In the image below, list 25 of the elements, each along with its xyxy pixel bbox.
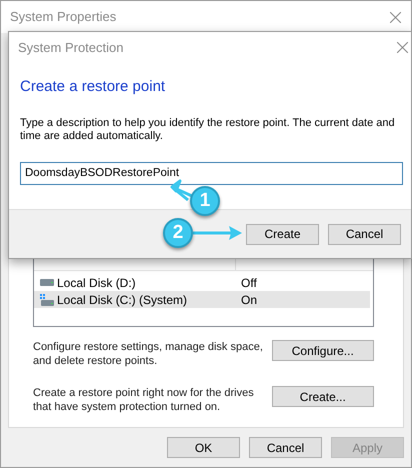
drive-name: Local Disk (D:) <box>57 274 137 292</box>
dialog-button[interactable]: Create <box>246 224 319 244</box>
close-icon[interactable] <box>390 12 401 22</box>
dialog-button[interactable]: Cancel <box>249 437 322 458</box>
description-input[interactable]: DoomsdayBSODRestorePoint <box>20 162 403 184</box>
drive-name: Local Disk (C:) (System) <box>57 292 188 308</box>
drive-row[interactable]: Local Disk (C:) (System) On <box>34 291 370 308</box>
drive-icon <box>40 279 54 286</box>
action-button[interactable]: Configure... <box>272 340 374 361</box>
window-title: System Properties <box>10 8 116 26</box>
dialog-button[interactable]: Cancel <box>328 224 401 244</box>
dialog-button[interactable]: OK <box>167 437 240 458</box>
action-description: Configure restore settings, manage disk space, and delete restore points. <box>33 340 264 368</box>
description-text: Type a description to help you identify the restore point. The current date and time are added automatically. <box>20 116 396 142</box>
drive-icon <box>40 294 54 306</box>
close-icon[interactable] <box>397 42 408 53</box>
protection-status: On <box>240 292 258 308</box>
action-description: Create a restore point right now for the drives that have system protection turned on. <box>33 386 255 414</box>
protection-status: Off <box>240 274 257 292</box>
arrow <box>170 180 194 202</box>
dialog-heading: Create a restore point <box>20 77 166 97</box>
arrow <box>193 226 242 240</box>
dialog-title: System Protection <box>18 38 124 57</box>
drive-row[interactable]: Local Disk (D:) Off <box>34 274 370 291</box>
action-button[interactable]: Create... <box>272 386 374 407</box>
